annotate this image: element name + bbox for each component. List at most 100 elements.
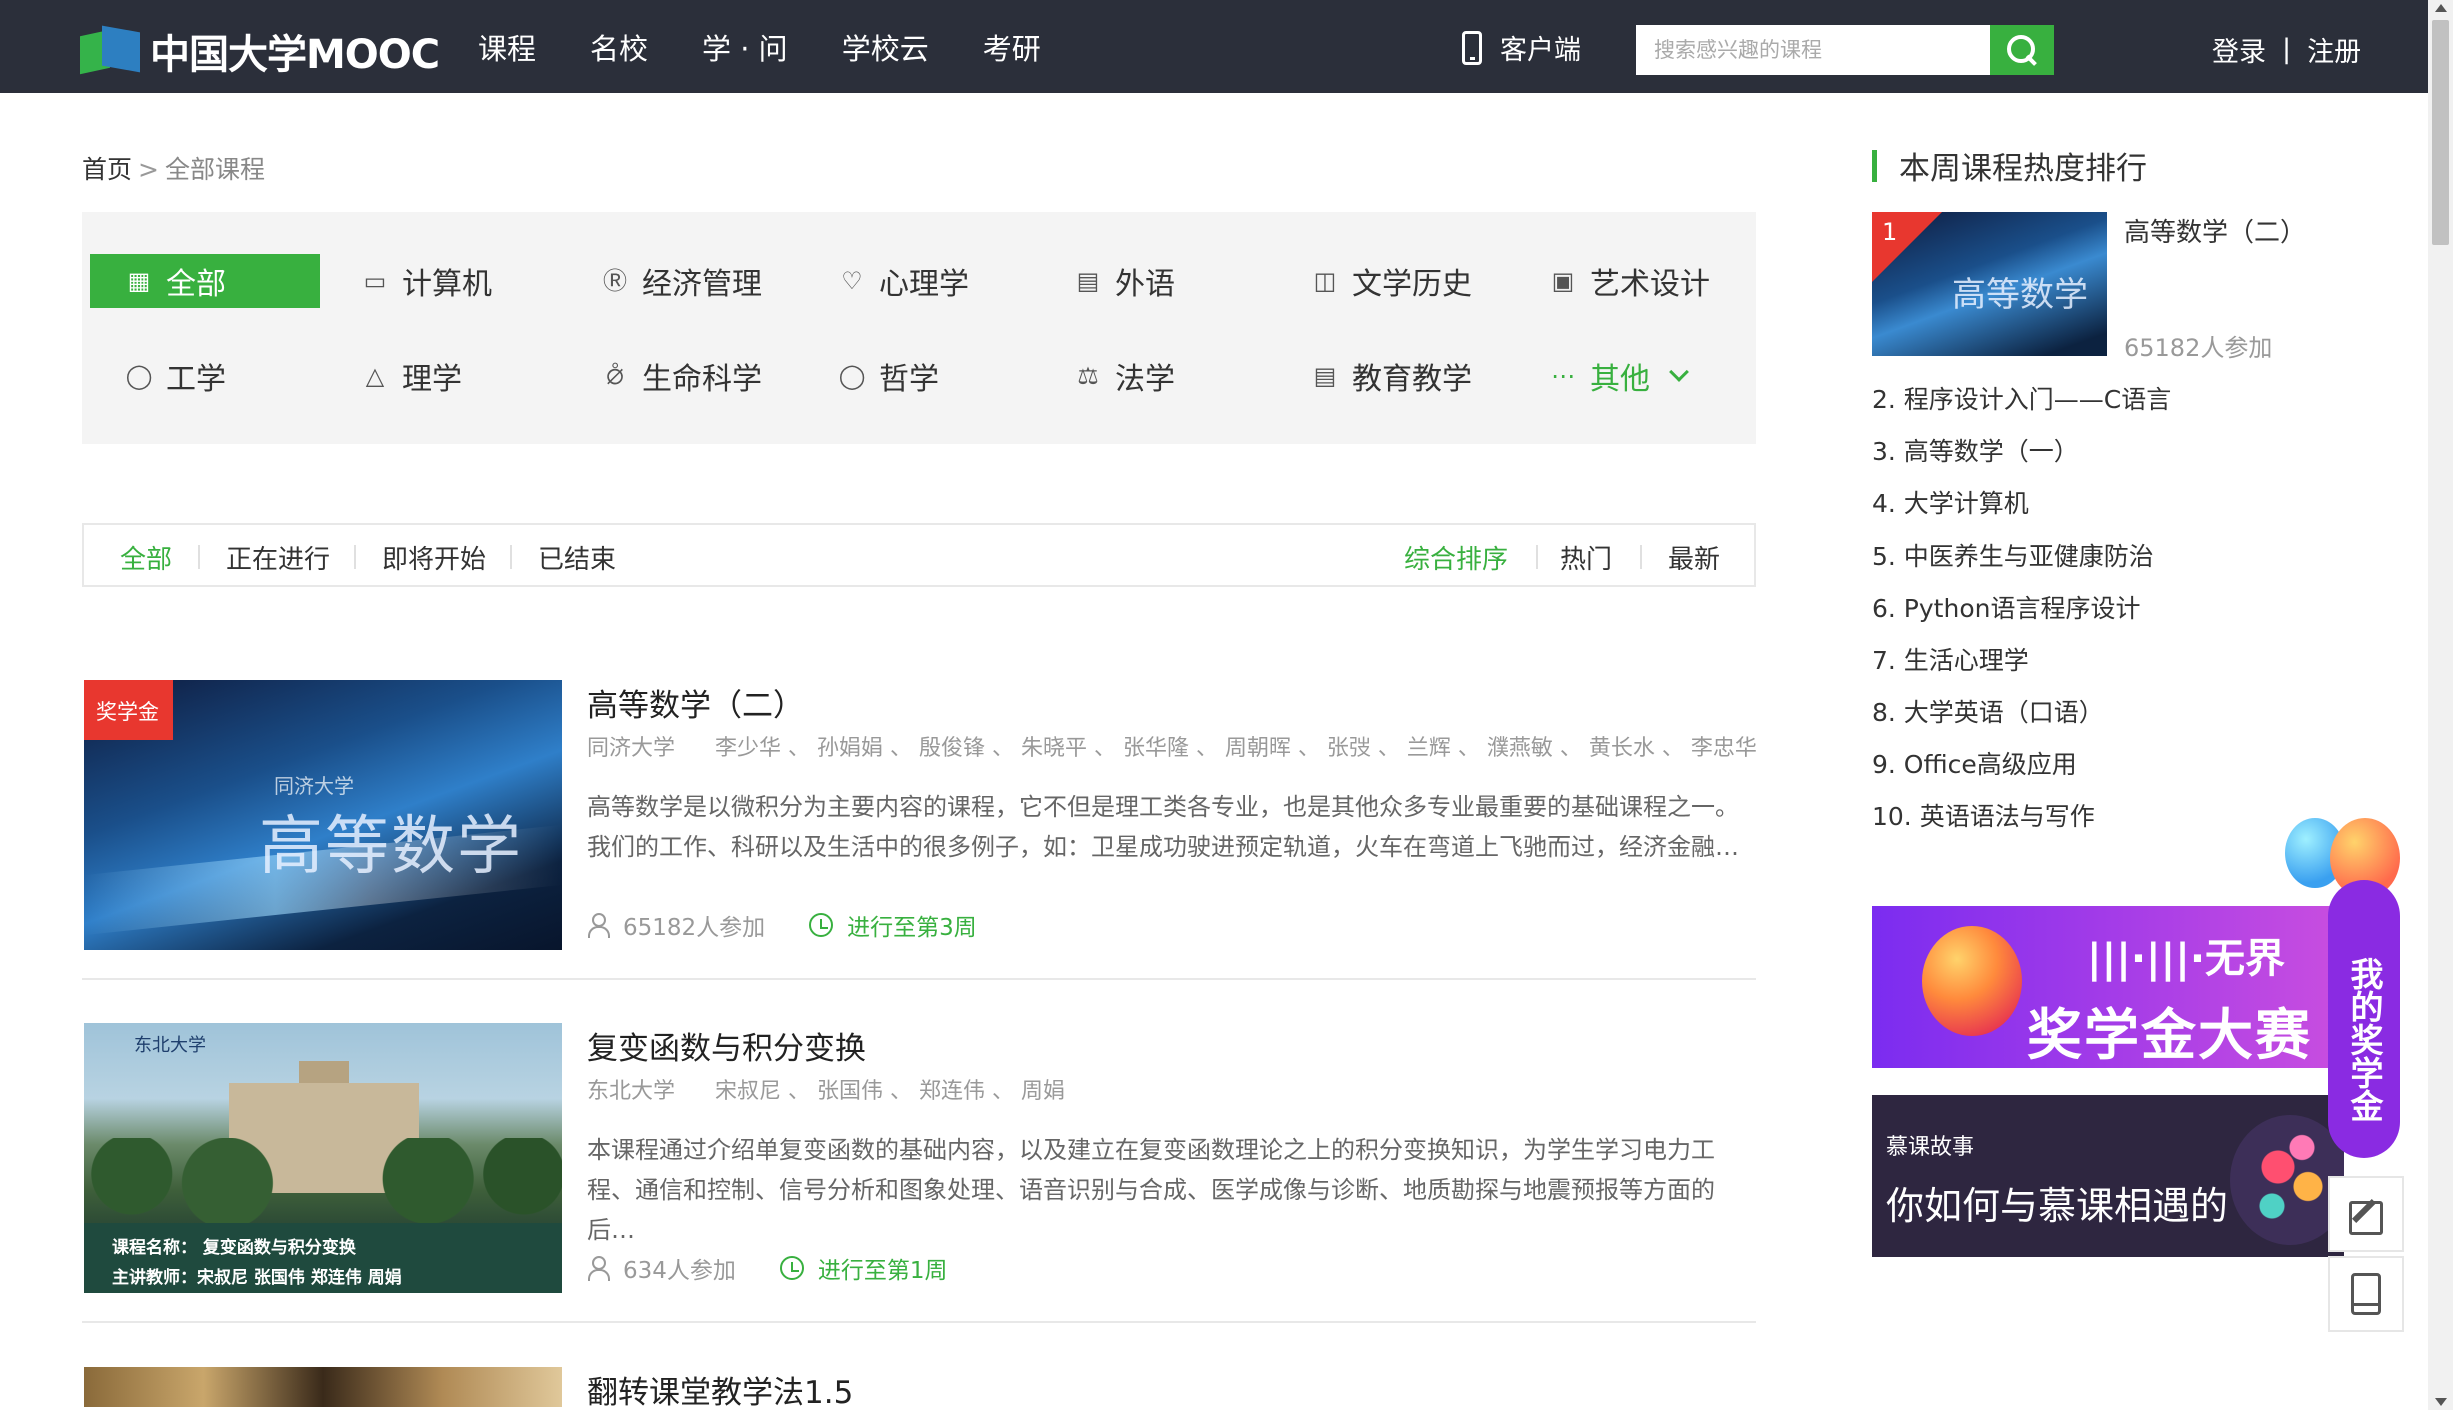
mooc-logo[interactable]: 中国大学MOOC: [80, 22, 440, 80]
search-box: [1636, 25, 2054, 75]
breadcrumb: 首页 > 全部课程: [82, 150, 265, 186]
thumbnail-band: 课程名称： 复变函数与积分变换 主讲教师：宋叔尼 张国伟 郑连伟 周娟: [84, 1223, 562, 1293]
flowers-icon: [2230, 1115, 2344, 1245]
scroll-thumb[interactable]: [2432, 20, 2449, 245]
mooc-story-banner[interactable]: 慕课故事 你如何与慕课相遇的: [1872, 1095, 2344, 1257]
nav-link-schools[interactable]: 名校: [590, 26, 648, 68]
rank-item[interactable]: 9. Office高级应用: [1872, 745, 2077, 781]
heart-icon: ♡: [841, 267, 863, 295]
book-icon: ◫: [1313, 267, 1337, 295]
category-education[interactable]: ▤ 教育教学: [1312, 349, 1542, 403]
course-card[interactable]: 翻转课堂教学法1.5: [82, 1367, 1756, 1412]
page-scrollbar[interactable]: [2428, 0, 2453, 1410]
balloon-icon: [1922, 926, 2022, 1036]
category-law[interactable]: ⚖ 法学: [1075, 349, 1305, 403]
category-label: 法学: [1115, 362, 1175, 397]
filter-divider: [198, 545, 200, 569]
filter-status-all[interactable]: 全部: [120, 539, 172, 576]
course-school[interactable]: 东北大学: [587, 1079, 675, 1104]
rank-item[interactable]: 7. 生活心理学: [1872, 641, 2029, 677]
scholarship-badge: 奖学金: [84, 680, 173, 740]
auth-links: 登录 | 注册: [2212, 30, 2361, 69]
nav-link-xuewen[interactable]: 学 · 问: [702, 26, 788, 68]
course-thumbnail[interactable]: 东北大学 课程名称： 复变函数与积分变换 主讲教师：宋叔尼 张国伟 郑连伟 周娟: [84, 1023, 562, 1293]
more-icon: ⋯: [1551, 362, 1575, 390]
category-computer[interactable]: ▭ 计算机: [362, 254, 592, 308]
register-link[interactable]: 注册: [2307, 30, 2361, 69]
category-languages[interactable]: ▤ 外语: [1075, 254, 1305, 308]
logo-mark-icon: [80, 25, 142, 75]
category-other[interactable]: ⋯ 其他: [1550, 349, 1780, 403]
scholarship-contest-banner[interactable]: |||·|||·无界 奖学金大赛: [1872, 906, 2332, 1068]
course-enrolled: 634人参加: [623, 1258, 736, 1284]
login-link[interactable]: 登录: [2212, 30, 2266, 69]
nav-link-school-cloud[interactable]: 学校云: [842, 26, 929, 68]
category-engineering[interactable]: ◯ 工学: [126, 349, 356, 403]
rank-item[interactable]: 2. 程序设计入门——C语言: [1872, 380, 2171, 416]
course-stats: 634人参加 进行至第1周: [587, 1251, 948, 1285]
nav-link-kaoyan[interactable]: 考研: [983, 26, 1041, 68]
category-panel: ▦ 全部 ▭ 计算机 Ⓡ 经济管理 ♡ 心理学 ▤ 外语 ◫ 文学历史 ▣ 艺术设计 ◯ 工学 …: [82, 212, 1756, 444]
course-title[interactable]: 复变函数与积分变换: [587, 1023, 866, 1068]
category-philosophy[interactable]: ◯ 哲学: [839, 349, 1069, 403]
sort-popular[interactable]: 热门: [1560, 539, 1612, 576]
course-meta: 东北大学 宋叔尼 、 张国伟 、 郑连伟 、 周娟: [587, 1073, 1065, 1105]
category-literature-history[interactable]: ◫ 文学历史: [1312, 254, 1542, 308]
rank-item[interactable]: 10. 英语语法与写作: [1872, 797, 2095, 833]
my-scholarship-float-button[interactable]: 我的奖学金: [2328, 880, 2400, 1158]
course-thumbnail[interactable]: [84, 1367, 562, 1407]
thumbnail-title-text: 高等数学: [259, 810, 523, 884]
nav-link-courses[interactable]: 课程: [478, 26, 536, 68]
filter-status-ended[interactable]: 已结束: [538, 539, 616, 576]
search-button[interactable]: [1990, 25, 2054, 75]
banner-line2: 奖学金大赛: [2027, 1003, 2313, 1067]
category-life-science[interactable]: ⦲ 生命科学: [602, 349, 832, 403]
course-school[interactable]: 同济大学: [587, 736, 675, 761]
course-card[interactable]: 同济大学 高等数学 奖学金 高等数学（二） 同济大学 李少华 、 孙娟娟 、 殷俊…: [82, 680, 1757, 980]
rank1-thumbnail[interactable]: 高等数学 1: [1872, 212, 2107, 356]
category-art-design[interactable]: ▣ 艺术设计: [1550, 254, 1780, 308]
category-label: 工学: [166, 362, 226, 397]
sort-latest[interactable]: 最新: [1668, 539, 1720, 576]
bulb-icon: ◯: [125, 362, 153, 390]
course-title[interactable]: 翻转课堂教学法1.5: [587, 1367, 853, 1412]
course-title[interactable]: 高等数学（二）: [587, 680, 804, 725]
rank-item[interactable]: 5. 中医养生与亚健康防治: [1872, 537, 2154, 573]
chat-icon: ▤: [1076, 267, 1100, 295]
rank1-title[interactable]: 高等数学（二）: [2124, 212, 2306, 249]
rank-item[interactable]: 8. 大学英语（口语）: [1872, 693, 2104, 729]
category-psychology[interactable]: ♡ 心理学: [839, 254, 1069, 308]
category-science[interactable]: △ 理学: [362, 349, 592, 403]
filter-bar: 全部 正在进行 即将开始 已结束 综合排序 热门 最新: [82, 523, 1756, 587]
category-label: 艺术设计: [1590, 267, 1710, 302]
course-meta: 同济大学 李少华 、 孙娟娟 、 殷俊锋 、 朱晓平 、 张华隆 、 周朝晖 、 …: [587, 730, 1757, 762]
filter-divider: [354, 545, 356, 569]
mobile-app-button[interactable]: [2328, 1256, 2404, 1332]
filter-divider: [510, 545, 512, 569]
rank-item[interactable]: 3. 高等数学（一）: [1872, 432, 2079, 468]
filter-status-upcoming[interactable]: 即将开始: [382, 539, 486, 576]
client-download-link[interactable]: 客户端: [1462, 28, 1581, 67]
dollar-icon: Ⓡ: [603, 267, 627, 295]
edit-icon: [2349, 1197, 2383, 1235]
rank-item[interactable]: 6. Python语言程序设计: [1872, 589, 2140, 625]
idea-icon: ◯: [838, 362, 866, 390]
category-label: 心理学: [879, 267, 969, 302]
filter-divider: [1640, 545, 1642, 569]
clock-icon: [779, 1256, 804, 1280]
scroll-down-arrow-icon[interactable]: [2435, 1398, 2447, 1406]
course-card[interactable]: 东北大学 课程名称： 复变函数与积分变换 主讲教师：宋叔尼 张国伟 郑连伟 周娟…: [82, 1023, 1756, 1323]
course-thumbnail[interactable]: 同济大学 高等数学 奖学金: [84, 680, 562, 950]
rank-item[interactable]: 4. 大学计算机: [1872, 484, 2029, 520]
category-economics[interactable]: Ⓡ 经济管理: [602, 254, 832, 308]
breadcrumb-home[interactable]: 首页: [82, 155, 132, 184]
feedback-button[interactable]: [2328, 1176, 2404, 1252]
flask-icon: △: [365, 362, 385, 390]
sort-comprehensive[interactable]: 综合排序: [1404, 539, 1508, 576]
scroll-up-arrow-icon[interactable]: [2435, 4, 2447, 12]
banner-small-text: 慕课故事: [1886, 1135, 1975, 1160]
search-input[interactable]: [1636, 25, 1990, 75]
category-all[interactable]: ▦ 全部: [90, 254, 320, 308]
filter-status-ongoing[interactable]: 正在进行: [226, 539, 330, 576]
course-progress: 进行至第1周: [817, 1258, 948, 1284]
